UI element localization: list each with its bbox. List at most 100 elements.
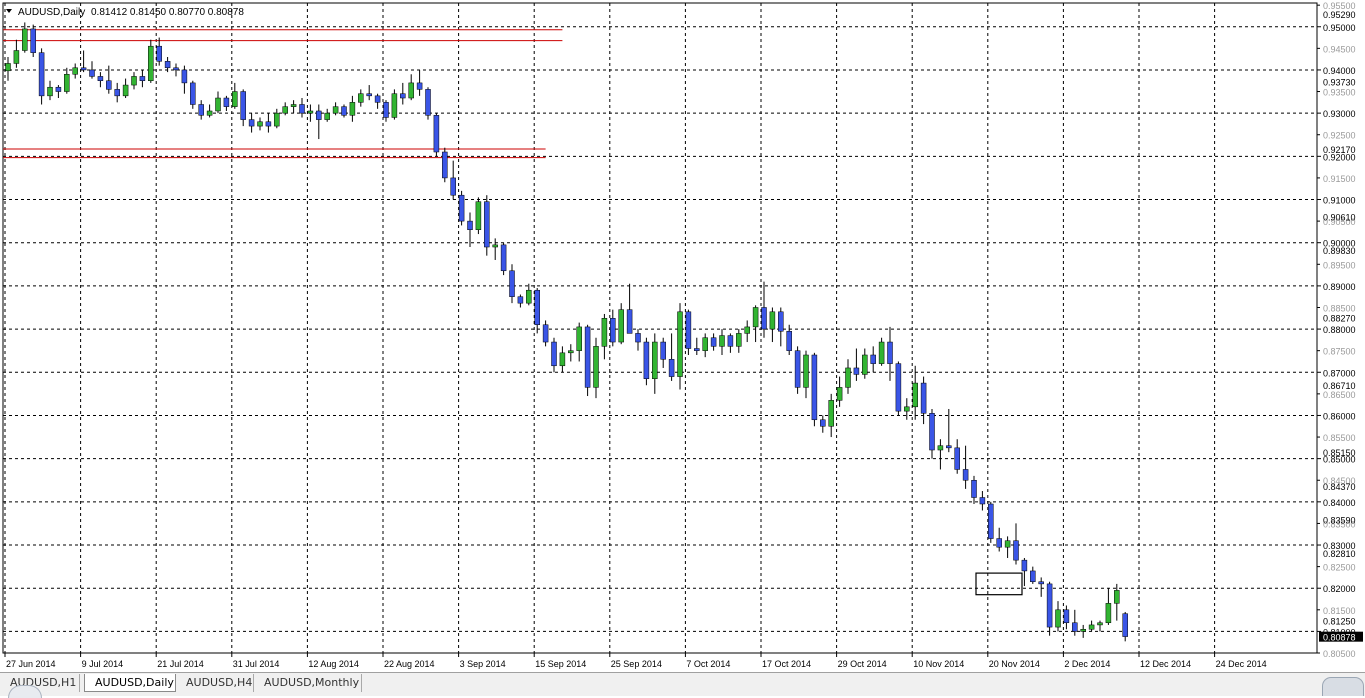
price-chart[interactable]: 0.950000.940000.930000.920000.910000.900… (0, 0, 1365, 672)
candle-body (80, 67, 87, 71)
candle-body (677, 311, 683, 377)
price-label-extra: 0.95290 (1323, 10, 1356, 20)
candle-body (526, 289, 532, 304)
candle-body (820, 419, 826, 427)
price-label-minor: 0.89500 (1323, 260, 1356, 270)
candle-body (324, 112, 330, 120)
price-label: 0.87000 (1323, 368, 1356, 378)
candle-body (1013, 540, 1019, 561)
date-label: 25 Sep 2014 (611, 659, 662, 669)
candle-body (1021, 559, 1028, 572)
price-axis[interactable]: 0.950000.940000.930000.920000.910000.900… (1317, 1, 1363, 659)
candle-body (55, 86, 62, 92)
date-label: 2 Dec 2014 (1064, 659, 1110, 669)
candle-body (752, 307, 759, 328)
candle-body (5, 63, 11, 72)
current-price-label: 0.80878 (1323, 633, 1356, 643)
chart-window[interactable]: 0.95000 0.94000 0.93000 0.92000 0.91000 0.900… (0, 0, 1365, 672)
candle-body (425, 89, 431, 116)
chart-tab-bar: AUDUSD,H1 AUDUSD,Daily AUDUSD,H4 AUDUSD,… (0, 672, 1365, 698)
price-label: 0.93000 (1323, 109, 1356, 119)
price-label: 0.91000 (1323, 196, 1356, 206)
date-label: 27 Jun 2014 (6, 659, 56, 669)
scroll-handle-icon[interactable] (1322, 677, 1364, 696)
tab-audusd-monthly[interactable]: AUDUSD,Monthly (254, 674, 362, 692)
candle-body (979, 497, 986, 505)
date-label: 31 Jul 2014 (233, 659, 280, 669)
tab-audusd-daily[interactable]: AUDUSD,Daily (84, 674, 176, 692)
candle-body (97, 76, 104, 81)
candle-body (551, 341, 557, 367)
price-label-extra: 0.92170 (1323, 145, 1356, 155)
candle-body (954, 447, 960, 470)
candle-body (64, 74, 70, 92)
candle-body (559, 352, 566, 367)
date-label: 24 Dec 2014 (1216, 659, 1267, 669)
candle-body (500, 244, 507, 272)
price-label-extra: 0.89830 (1323, 246, 1356, 256)
candle-body (492, 244, 498, 248)
candle-body (761, 307, 767, 330)
candle-body (870, 354, 876, 364)
candle-body (584, 326, 591, 388)
candle-body (190, 82, 196, 105)
candle-body (316, 110, 322, 120)
time-axis[interactable]: 27 Jun 2014 9 Jul 2014 21 Jul 2014 31 Jul 2… (4, 653, 1267, 669)
price-label-extra: 0.81250 (1323, 617, 1356, 627)
candle-body (685, 311, 692, 349)
price-label: 0.95000 (1323, 23, 1356, 33)
candle-body (173, 67, 179, 71)
price-label-minor: 0.87500 (1323, 347, 1356, 357)
candle-body (1072, 622, 1078, 632)
candle-body (618, 309, 624, 343)
candle-body (156, 45, 162, 62)
chart-header: AUDUSD,Daily 0.81412 0.81450 0.80770 0.8… (6, 7, 244, 18)
candle-body (1105, 603, 1112, 624)
price-label-minor: 0.91500 (1323, 174, 1356, 184)
candle-body (467, 220, 473, 230)
date-label: 21 Jul 2014 (157, 659, 204, 669)
candle-body (887, 341, 893, 364)
date-label: 29 Oct 2014 (838, 659, 887, 669)
candle-body (736, 333, 742, 347)
ohlc-readout: 0.81412 0.81450 0.80770 0.80878 (91, 7, 244, 18)
plot-area (2, 2, 1318, 654)
candle-body (341, 106, 347, 116)
price-label: 0.82000 (1323, 584, 1356, 594)
candle-body (232, 91, 238, 107)
date-label: 20 Nov 2014 (989, 659, 1040, 669)
candle-body (794, 350, 801, 388)
price-label: 0.88000 (1323, 325, 1356, 335)
candle-body (778, 311, 784, 332)
candle-body (391, 93, 398, 118)
candle-body (206, 110, 213, 116)
price-label-minor: 0.88500 (1323, 303, 1356, 313)
candle-body (416, 82, 423, 90)
candle-body (601, 318, 608, 347)
candle-body (610, 318, 616, 343)
candle-body (215, 97, 221, 112)
candle-body (769, 311, 776, 330)
candle-body (106, 80, 112, 90)
candle-body (862, 354, 868, 375)
candle-body (181, 69, 188, 84)
candle-body (568, 350, 574, 354)
candle-body (22, 28, 28, 51)
candle-body (904, 406, 910, 412)
price-label-minor: 0.80500 (1323, 649, 1356, 659)
candle-body (30, 28, 36, 53)
tab-audusd-h4[interactable]: AUDUSD,H4 (176, 674, 254, 692)
date-label: 12 Aug 2014 (308, 659, 359, 669)
candle-body (626, 309, 633, 334)
candle-body (131, 76, 137, 86)
price-label-extra: 0.88270 (1323, 313, 1356, 323)
date-label: 12 Dec 2014 (1140, 659, 1191, 669)
candle-body (307, 110, 314, 114)
candle-body (1046, 583, 1053, 628)
candle-body (240, 91, 246, 120)
candle-body (358, 93, 364, 103)
candle-body (433, 115, 440, 153)
candle-body (710, 337, 717, 347)
candle-body (274, 112, 280, 127)
candle-body (1080, 628, 1086, 632)
